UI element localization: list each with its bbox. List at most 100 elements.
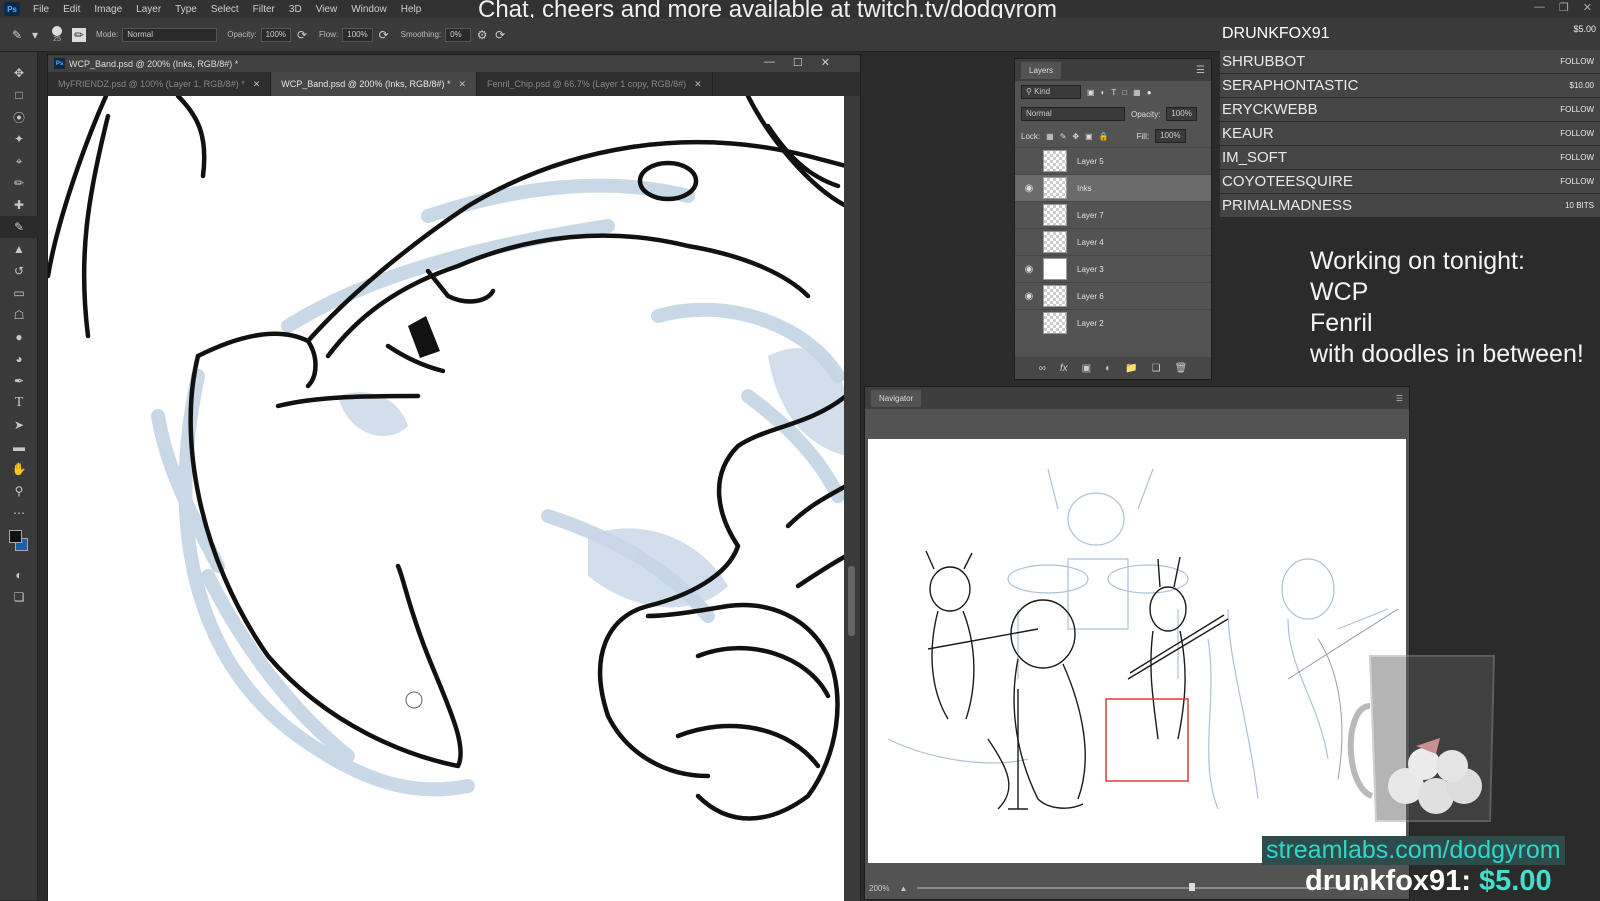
layer-row[interactable]: Layer 7 — [1015, 201, 1211, 228]
pressure-size-icon[interactable]: ⟳ — [493, 28, 507, 42]
dodge-icon[interactable]: ◕ — [0, 348, 38, 370]
marquee-icon[interactable]: □ — [0, 84, 38, 106]
layer-name[interactable]: Layer 6 — [1077, 292, 1104, 301]
zoom-slider-knob[interactable] — [1189, 883, 1196, 891]
path-select-icon[interactable]: ➤ — [0, 414, 38, 436]
layer-name[interactable]: Layer 5 — [1077, 157, 1104, 166]
visibility-eye-icon[interactable]: ◉ — [1019, 264, 1039, 275]
stamp-icon[interactable]: ▲ — [0, 238, 38, 260]
fill-field[interactable]: 100% — [1155, 129, 1186, 143]
mode-select[interactable]: Normal — [122, 27, 218, 42]
menu-type[interactable]: Type — [168, 4, 204, 15]
layer-row[interactable]: Layer 5 — [1015, 147, 1211, 174]
layer-row[interactable]: Layer 2 — [1015, 309, 1211, 336]
restore-icon[interactable]: ❐ — [1559, 1, 1569, 14]
tab-myfriendz[interactable]: MyFRIENDZ.psd @ 100% (Layer 1, RGB/8#) *… — [48, 72, 272, 96]
panel-menu-icon[interactable]: ☰ — [1196, 65, 1205, 76]
adjustment-layer-icon[interactable]: ◐ — [1105, 363, 1111, 374]
scrollbar-thumb[interactable] — [848, 566, 855, 636]
more-icon[interactable]: ⋯ — [0, 502, 38, 524]
layer-name[interactable]: Layer 4 — [1077, 238, 1104, 247]
filter-toggle-icon[interactable]: ● — [1147, 88, 1152, 97]
layer-row[interactable]: ◉ Inks — [1015, 174, 1211, 201]
layer-row[interactable]: ◉ Layer 3 — [1015, 255, 1211, 282]
new-group-icon[interactable]: 📁 — [1125, 363, 1137, 374]
menu-file[interactable]: File — [26, 4, 56, 15]
lock-transparent-icon[interactable]: ▦ — [1046, 132, 1054, 141]
lock-move-icon[interactable]: ✥ — [1072, 132, 1079, 141]
healing-icon[interactable]: ✚ — [0, 194, 38, 216]
magic-wand-icon[interactable]: ✦ — [0, 128, 38, 150]
lock-artboard-icon[interactable]: ▣ — [1085, 132, 1093, 141]
navigator-preview[interactable] — [868, 439, 1406, 863]
layer-name[interactable]: Layer 7 — [1077, 211, 1104, 220]
pen-icon[interactable]: ✒ — [0, 370, 38, 392]
layer-name[interactable]: Layer 2 — [1077, 319, 1104, 328]
brush-panel-icon[interactable]: ✏ — [72, 27, 86, 42]
menu-layer[interactable]: Layer — [129, 4, 168, 15]
flow-field[interactable]: 100% — [342, 27, 373, 42]
quick-mask-icon[interactable]: ◐ — [0, 564, 38, 586]
gear-icon[interactable]: ⚙ — [475, 28, 489, 42]
zoom-out-icon[interactable]: ▲ — [899, 884, 907, 893]
menu-3d[interactable]: 3D — [282, 4, 309, 15]
layer-thumbnail[interactable] — [1043, 285, 1067, 307]
filter-type-icon[interactable]: T — [1111, 88, 1116, 97]
tab-close-icon[interactable]: ✕ — [694, 79, 702, 90]
doc-maximize-icon[interactable]: ☐ — [793, 56, 803, 69]
doc-close-icon[interactable]: ✕ — [821, 56, 830, 69]
opacity-field[interactable]: 100% — [260, 27, 292, 42]
blend-mode-select[interactable]: Normal — [1021, 107, 1125, 121]
zoom-icon[interactable]: ⚲ — [0, 480, 38, 502]
panel-menu-icon[interactable]: ☰ — [1396, 394, 1403, 403]
menu-help[interactable]: Help — [394, 4, 429, 15]
hand-icon[interactable]: ✋ — [0, 458, 38, 480]
layer-name[interactable]: Inks — [1077, 184, 1092, 193]
menu-select[interactable]: Select — [204, 4, 246, 15]
crop-icon[interactable]: ⌖ — [0, 150, 38, 172]
layer-row[interactable]: Layer 4 — [1015, 228, 1211, 255]
history-brush-icon[interactable]: ↺ — [0, 260, 38, 282]
delete-layer-icon[interactable]: 🗑 — [1175, 363, 1188, 374]
eyedropper-icon[interactable]: ✏ — [0, 172, 38, 194]
filter-adjust-icon[interactable]: ◐ — [1101, 88, 1106, 97]
move-icon[interactable]: ✥ — [0, 62, 38, 84]
filter-shape-icon[interactable]: □ — [1122, 88, 1127, 97]
vertical-scrollbar[interactable] — [844, 96, 860, 901]
filter-smart-icon[interactable]: ▦ — [1133, 88, 1141, 97]
menu-window[interactable]: Window — [344, 4, 394, 15]
brush-tip-icon[interactable] — [52, 26, 62, 36]
layer-thumbnail[interactable] — [1043, 258, 1067, 280]
add-mask-icon[interactable]: ▣ — [1082, 363, 1091, 374]
lock-paint-icon[interactable]: ✎ — [1060, 132, 1067, 141]
brush-preset-icon[interactable]: ✎ — [10, 28, 24, 42]
layer-thumbnail[interactable] — [1043, 231, 1067, 253]
fx-icon[interactable]: fx — [1060, 363, 1068, 374]
eraser-icon[interactable]: ▭ — [0, 282, 38, 304]
zoom-value[interactable]: 200% — [869, 884, 889, 893]
layer-thumbnail[interactable] — [1043, 150, 1067, 172]
chevron-down-icon[interactable]: ▾ — [28, 28, 42, 42]
minimize-icon[interactable]: — — [1534, 1, 1545, 14]
new-layer-icon[interactable]: ❏ — [1152, 363, 1161, 374]
drawing-canvas[interactable] — [48, 96, 846, 901]
zoom-slider[interactable] — [917, 883, 1348, 891]
smoothing-field[interactable]: 0% — [445, 27, 472, 42]
lock-all-icon[interactable]: 🔒 — [1099, 132, 1109, 141]
visibility-eye-icon[interactable]: ◉ — [1019, 291, 1039, 302]
tab-fenril-chip[interactable]: Fenril_Chip.psd @ 66.7% (Layer 1 copy, R… — [477, 72, 713, 96]
pressure-opacity-icon[interactable]: ⟳ — [295, 28, 309, 42]
filter-pixel-icon[interactable]: ▣ — [1087, 88, 1095, 97]
visibility-eye-icon[interactable]: ◉ — [1019, 183, 1039, 194]
tab-close-icon[interactable]: ✕ — [458, 79, 466, 90]
foreground-color-swatch[interactable] — [9, 530, 22, 543]
layer-row[interactable]: ◉ Layer 6 — [1015, 282, 1211, 309]
menu-filter[interactable]: Filter — [246, 4, 282, 15]
menu-image[interactable]: Image — [87, 4, 129, 15]
type-icon[interactable]: T — [0, 392, 38, 414]
layer-name[interactable]: Layer 3 — [1077, 265, 1104, 274]
doc-minimize-icon[interactable]: — — [764, 56, 775, 69]
menu-view[interactable]: View — [309, 4, 345, 15]
bucket-icon[interactable]: ☖ — [0, 304, 38, 326]
layer-opacity-field[interactable]: 100% — [1166, 107, 1197, 121]
